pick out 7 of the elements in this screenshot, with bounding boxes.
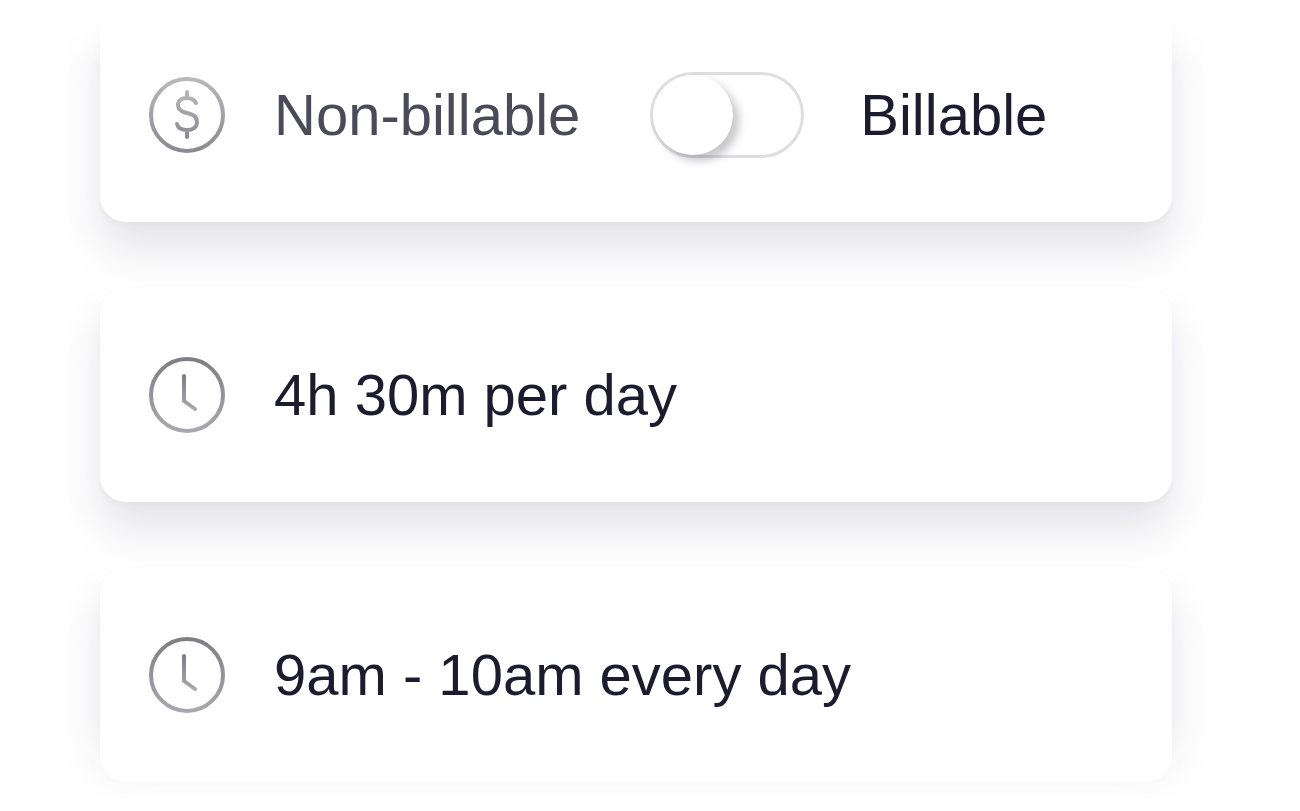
dollar-icon bbox=[148, 76, 226, 154]
schedule-text: 9am - 10am every day bbox=[274, 641, 852, 710]
clock-icon bbox=[148, 356, 226, 434]
clock-icon bbox=[148, 636, 226, 714]
billable-label: Billable bbox=[860, 81, 1048, 150]
schedule-text: 4h 30m per day bbox=[274, 361, 678, 430]
non-billable-label: Non-billable bbox=[274, 81, 581, 150]
